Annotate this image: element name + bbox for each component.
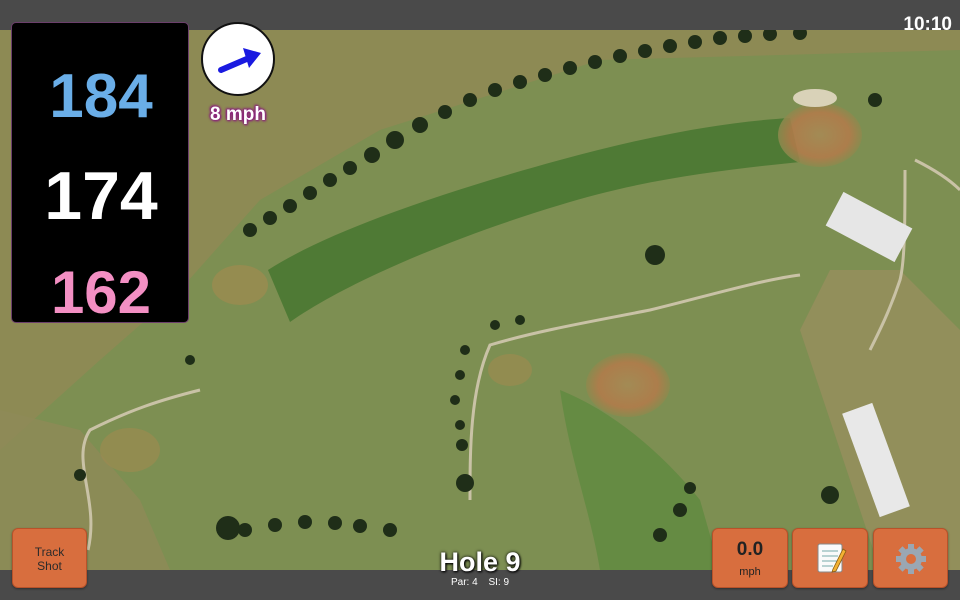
gear-icon [896, 544, 926, 574]
front-distance: 162 [50, 259, 152, 326]
settings-button[interactable] [873, 528, 948, 588]
wind-arrow-icon [218, 48, 261, 73]
hole-par: Par: 4 [450, 577, 478, 588]
notepad-icon [817, 543, 847, 573]
track-shot-button[interactable]: Track Shot [12, 528, 87, 588]
wind-direction-dial [201, 22, 275, 96]
hole-title: Hole 9 [439, 547, 521, 577]
track-shot-label-line2: Shot [37, 559, 62, 573]
clock: 10:10 [903, 14, 952, 35]
speed-unit: mph [739, 566, 761, 578]
wind-speed-label: 8 mph [210, 104, 266, 125]
speed-value: 0.0 [736, 539, 764, 560]
distance-panel: 184 174 162 [11, 22, 189, 326]
track-shot-label-line1: Track [34, 545, 65, 559]
back-distance: 184 [49, 62, 153, 131]
middle-distance: 174 [44, 158, 158, 234]
speed-button[interactable]: 0.0 mph [712, 528, 788, 588]
notes-button[interactable] [792, 528, 868, 588]
hole-stroke-index: SI: 9 [488, 577, 510, 588]
hole-info: Par: 4 SI: 9 [380, 577, 580, 588]
